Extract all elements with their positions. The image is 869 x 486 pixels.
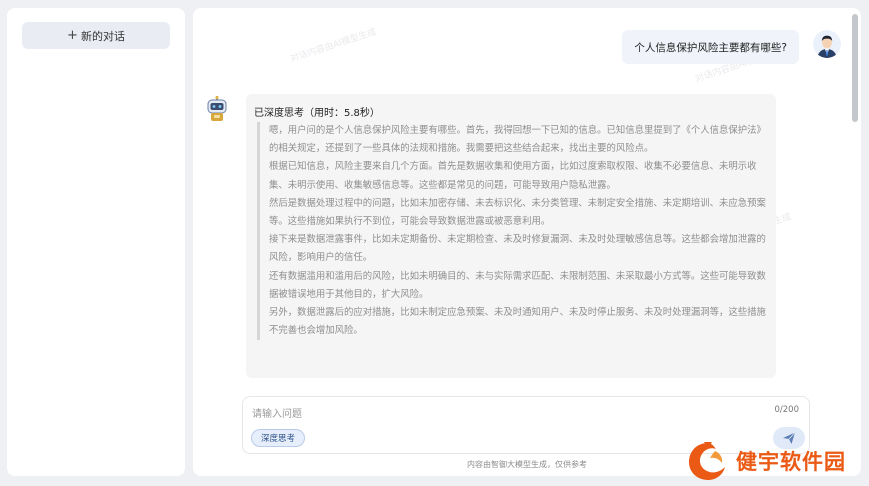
chat-panel: 对话内容由AI模型生成 对话内容由AI模型生成 对话内容由AI模型生成 对话内容… (193, 8, 861, 476)
new-chat-label: 新的对话 (80, 29, 125, 43)
scrollbar[interactable] (849, 8, 861, 388)
question-input[interactable] (252, 406, 692, 422)
deep-think-toggle[interactable]: 深度思考 (251, 429, 306, 447)
new-chat-button[interactable]: + 新的对话 (22, 22, 170, 49)
think-paragraph: 另外，数据泄露后的应对措施，比如未制定应急预案、未及时通知用户、未及时停止服务、… (269, 307, 766, 337)
think-paragraph: 嗯，用户问的是个人信息保护风险主要有哪些。首先，我得回想一下已知的信息。已知信息… (269, 125, 766, 155)
user-avatar-icon (813, 30, 841, 58)
assistant-avatar (205, 95, 229, 122)
user-message-bubble: 个人信息保护风险主要都有哪些? (622, 30, 799, 64)
assistant-message-bubble: 已深度思考（用时：5.8秒） 嗯，用户问的是个人信息保护风险主要有哪些。首先，我… (246, 94, 776, 378)
brand-name: 健宇软件园 (736, 450, 846, 474)
plus-icon: + (67, 28, 78, 43)
watermark: 对话内容由AI模型生成 (289, 27, 378, 65)
brand-logo-icon (689, 442, 725, 480)
robot-icon (207, 95, 227, 121)
user-message-text: 个人信息保护风险主要都有哪些? (634, 41, 787, 54)
scrollbar-thumb[interactable] (852, 14, 858, 122)
deep-think-content: 嗯，用户问的是个人信息保护风险主要有哪些。首先，我得回想一下已知的信息。已知信息… (257, 122, 766, 341)
user-avatar (813, 30, 841, 58)
char-counter: 0/200 (774, 405, 800, 415)
brand-watermark: 健宇软件园 (680, 436, 869, 486)
think-paragraph: 根据已知信息，风险主要来自几个方面。首先是数据收集和使用方面，比如过度索取权限、… (269, 161, 757, 191)
think-paragraph: 还有数据滥用和滥用后的风险，比如未明确目的、未与实际需求匹配、未限制范围、未采取… (269, 270, 766, 300)
think-paragraph: 然后是数据处理过程中的问题，比如未加密存储、未去标识化、未分类管理、未制定安全措… (269, 197, 766, 228)
deep-think-title: 已深度思考（用时：5.8秒） (254, 108, 380, 119)
think-paragraph: 接下来是数据泄露事件，比如未定期备份、未定期检查、未及时修复漏洞、未及时处理敏感… (269, 234, 766, 264)
sidebar: + 新的对话 (7, 8, 185, 476)
